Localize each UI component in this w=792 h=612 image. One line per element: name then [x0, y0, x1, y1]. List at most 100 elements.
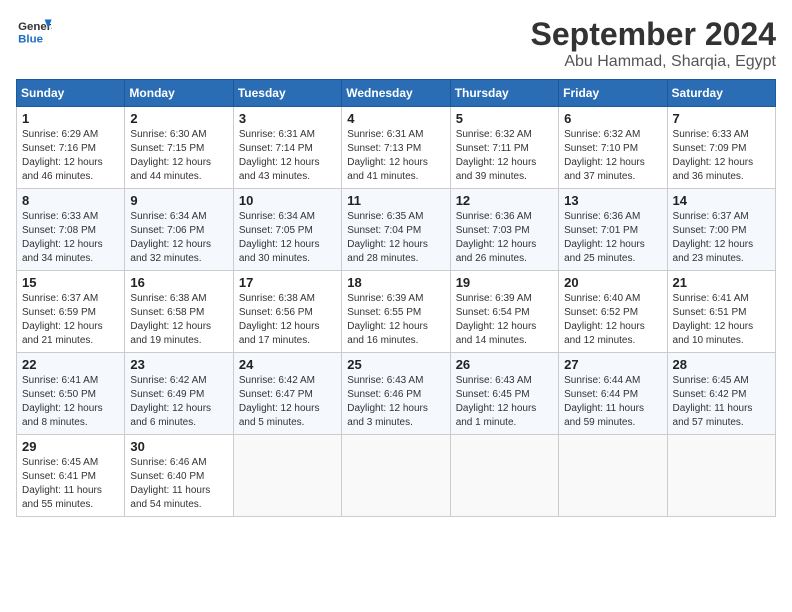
day-number-13: 13 — [564, 193, 661, 208]
day-info-28: Sunrise: 6:45 AM Sunset: 6:42 PM Dayligh… — [673, 374, 770, 430]
day-info-19: Sunrise: 6:39 AM Sunset: 6:54 PM Dayligh… — [456, 292, 553, 348]
day-info-20: Sunrise: 6:40 AM Sunset: 6:52 PM Dayligh… — [564, 292, 661, 348]
day-cell-3: 3 Sunrise: 6:31 AM Sunset: 7:14 PM Dayli… — [233, 107, 341, 189]
day-info-24: Sunrise: 6:42 AM Sunset: 6:47 PM Dayligh… — [239, 374, 336, 430]
day-cell-21: 21 Sunrise: 6:41 AM Sunset: 6:51 PM Dayl… — [667, 271, 775, 353]
day-number-3: 3 — [239, 111, 336, 126]
day-info-6: Sunrise: 6:32 AM Sunset: 7:10 PM Dayligh… — [564, 128, 661, 184]
header: General Blue September 2024 Abu Hammad, … — [16, 16, 776, 71]
day-number-24: 24 — [239, 357, 336, 372]
day-info-18: Sunrise: 6:39 AM Sunset: 6:55 PM Dayligh… — [347, 292, 444, 348]
header-sunday: Sunday — [17, 80, 125, 107]
svg-text:Blue: Blue — [18, 33, 43, 45]
empty-cell-1 — [233, 435, 341, 517]
day-number-27: 27 — [564, 357, 661, 372]
day-cell-11: 11 Sunrise: 6:35 AM Sunset: 7:04 PM Dayl… — [342, 189, 450, 271]
day-number-18: 18 — [347, 275, 444, 290]
day-info-22: Sunrise: 6:41 AM Sunset: 6:50 PM Dayligh… — [22, 374, 119, 430]
day-info-2: Sunrise: 6:30 AM Sunset: 7:15 PM Dayligh… — [130, 128, 227, 184]
week-row-3: 15 Sunrise: 6:37 AM Sunset: 6:59 PM Dayl… — [17, 271, 776, 353]
day-info-12: Sunrise: 6:36 AM Sunset: 7:03 PM Dayligh… — [456, 210, 553, 266]
header-friday: Friday — [559, 80, 667, 107]
day-info-17: Sunrise: 6:38 AM Sunset: 6:56 PM Dayligh… — [239, 292, 336, 348]
header-monday: Monday — [125, 80, 233, 107]
day-number-15: 15 — [22, 275, 119, 290]
day-info-29: Sunrise: 6:45 AM Sunset: 6:41 PM Dayligh… — [22, 456, 119, 512]
day-cell-14: 14 Sunrise: 6:37 AM Sunset: 7:00 PM Dayl… — [667, 189, 775, 271]
day-number-23: 23 — [130, 357, 227, 372]
week-row-5: 29 Sunrise: 6:45 AM Sunset: 6:41 PM Dayl… — [17, 435, 776, 517]
day-cell-27: 27 Sunrise: 6:44 AM Sunset: 6:44 PM Dayl… — [559, 353, 667, 435]
day-cell-7: 7 Sunrise: 6:33 AM Sunset: 7:09 PM Dayli… — [667, 107, 775, 189]
day-number-21: 21 — [673, 275, 770, 290]
day-cell-16: 16 Sunrise: 6:38 AM Sunset: 6:58 PM Dayl… — [125, 271, 233, 353]
day-number-9: 9 — [130, 193, 227, 208]
day-info-21: Sunrise: 6:41 AM Sunset: 6:51 PM Dayligh… — [673, 292, 770, 348]
day-cell-28: 28 Sunrise: 6:45 AM Sunset: 6:42 PM Dayl… — [667, 353, 775, 435]
location-title: Abu Hammad, Sharqia, Egypt — [531, 53, 776, 71]
day-number-22: 22 — [22, 357, 119, 372]
day-cell-22: 22 Sunrise: 6:41 AM Sunset: 6:50 PM Dayl… — [17, 353, 125, 435]
day-number-11: 11 — [347, 193, 444, 208]
day-cell-13: 13 Sunrise: 6:36 AM Sunset: 7:01 PM Dayl… — [559, 189, 667, 271]
day-info-26: Sunrise: 6:43 AM Sunset: 6:45 PM Dayligh… — [456, 374, 553, 430]
title-block: September 2024 Abu Hammad, Sharqia, Egyp… — [531, 16, 776, 71]
day-number-5: 5 — [456, 111, 553, 126]
day-number-30: 30 — [130, 439, 227, 454]
day-number-6: 6 — [564, 111, 661, 126]
day-cell-10: 10 Sunrise: 6:34 AM Sunset: 7:05 PM Dayl… — [233, 189, 341, 271]
day-number-14: 14 — [673, 193, 770, 208]
day-info-9: Sunrise: 6:34 AM Sunset: 7:06 PM Dayligh… — [130, 210, 227, 266]
day-cell-25: 25 Sunrise: 6:43 AM Sunset: 6:46 PM Dayl… — [342, 353, 450, 435]
day-number-7: 7 — [673, 111, 770, 126]
month-title: September 2024 — [531, 16, 776, 53]
header-wednesday: Wednesday — [342, 80, 450, 107]
day-cell-26: 26 Sunrise: 6:43 AM Sunset: 6:45 PM Dayl… — [450, 353, 558, 435]
day-number-20: 20 — [564, 275, 661, 290]
day-info-5: Sunrise: 6:32 AM Sunset: 7:11 PM Dayligh… — [456, 128, 553, 184]
day-cell-4: 4 Sunrise: 6:31 AM Sunset: 7:13 PM Dayli… — [342, 107, 450, 189]
weekday-header-row: Sunday Monday Tuesday Wednesday Thursday… — [17, 80, 776, 107]
day-cell-24: 24 Sunrise: 6:42 AM Sunset: 6:47 PM Dayl… — [233, 353, 341, 435]
day-info-23: Sunrise: 6:42 AM Sunset: 6:49 PM Dayligh… — [130, 374, 227, 430]
day-info-10: Sunrise: 6:34 AM Sunset: 7:05 PM Dayligh… — [239, 210, 336, 266]
empty-cell-3 — [450, 435, 558, 517]
day-cell-15: 15 Sunrise: 6:37 AM Sunset: 6:59 PM Dayl… — [17, 271, 125, 353]
day-info-8: Sunrise: 6:33 AM Sunset: 7:08 PM Dayligh… — [22, 210, 119, 266]
week-row-2: 8 Sunrise: 6:33 AM Sunset: 7:08 PM Dayli… — [17, 189, 776, 271]
empty-cell-2 — [342, 435, 450, 517]
day-number-26: 26 — [456, 357, 553, 372]
day-cell-2: 2 Sunrise: 6:30 AM Sunset: 7:15 PM Dayli… — [125, 107, 233, 189]
day-info-4: Sunrise: 6:31 AM Sunset: 7:13 PM Dayligh… — [347, 128, 444, 184]
logo-icon: General Blue — [16, 16, 52, 46]
day-number-16: 16 — [130, 275, 227, 290]
day-number-19: 19 — [456, 275, 553, 290]
day-cell-18: 18 Sunrise: 6:39 AM Sunset: 6:55 PM Dayl… — [342, 271, 450, 353]
day-cell-9: 9 Sunrise: 6:34 AM Sunset: 7:06 PM Dayli… — [125, 189, 233, 271]
day-number-2: 2 — [130, 111, 227, 126]
empty-cell-4 — [559, 435, 667, 517]
empty-cell-5 — [667, 435, 775, 517]
day-cell-20: 20 Sunrise: 6:40 AM Sunset: 6:52 PM Dayl… — [559, 271, 667, 353]
day-cell-5: 5 Sunrise: 6:32 AM Sunset: 7:11 PM Dayli… — [450, 107, 558, 189]
day-number-17: 17 — [239, 275, 336, 290]
day-cell-1: 1 Sunrise: 6:29 AM Sunset: 7:16 PM Dayli… — [17, 107, 125, 189]
week-row-4: 22 Sunrise: 6:41 AM Sunset: 6:50 PM Dayl… — [17, 353, 776, 435]
day-info-7: Sunrise: 6:33 AM Sunset: 7:09 PM Dayligh… — [673, 128, 770, 184]
day-info-16: Sunrise: 6:38 AM Sunset: 6:58 PM Dayligh… — [130, 292, 227, 348]
day-info-25: Sunrise: 6:43 AM Sunset: 6:46 PM Dayligh… — [347, 374, 444, 430]
day-cell-29: 29 Sunrise: 6:45 AM Sunset: 6:41 PM Dayl… — [17, 435, 125, 517]
day-info-14: Sunrise: 6:37 AM Sunset: 7:00 PM Dayligh… — [673, 210, 770, 266]
header-tuesday: Tuesday — [233, 80, 341, 107]
day-number-1: 1 — [22, 111, 119, 126]
day-info-15: Sunrise: 6:37 AM Sunset: 6:59 PM Dayligh… — [22, 292, 119, 348]
header-saturday: Saturday — [667, 80, 775, 107]
week-row-1: 1 Sunrise: 6:29 AM Sunset: 7:16 PM Dayli… — [17, 107, 776, 189]
calendar-table: Sunday Monday Tuesday Wednesday Thursday… — [16, 79, 776, 517]
day-cell-12: 12 Sunrise: 6:36 AM Sunset: 7:03 PM Dayl… — [450, 189, 558, 271]
day-info-1: Sunrise: 6:29 AM Sunset: 7:16 PM Dayligh… — [22, 128, 119, 184]
day-cell-8: 8 Sunrise: 6:33 AM Sunset: 7:08 PM Dayli… — [17, 189, 125, 271]
day-cell-19: 19 Sunrise: 6:39 AM Sunset: 6:54 PM Dayl… — [450, 271, 558, 353]
day-info-11: Sunrise: 6:35 AM Sunset: 7:04 PM Dayligh… — [347, 210, 444, 266]
day-number-29: 29 — [22, 439, 119, 454]
